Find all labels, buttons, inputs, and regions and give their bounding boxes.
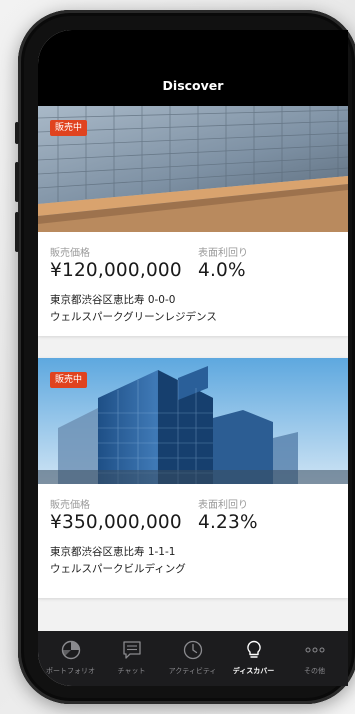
tab-portfolio[interactable]: ポートフォリオ	[40, 631, 101, 686]
property-address: 東京都渋谷区恵比寿 1-1-1	[50, 546, 176, 558]
listing-info: 販売価格 表面利回り ¥350,000,000 4.23% 東京都渋谷区恵比寿 …	[38, 484, 348, 598]
phone-screen: Discover 販売中 販売価格 表面利回り ¥120,000,000 4.0…	[38, 30, 348, 686]
property-address: 東京都渋谷区恵比寿 0-0-0	[50, 294, 176, 306]
page-title: Discover	[162, 78, 224, 93]
tab-chat[interactable]: チャット	[101, 631, 162, 686]
property-name: ウェルスパークビルディング	[50, 563, 186, 575]
price-value: ¥350,000,000	[50, 512, 182, 533]
clock-icon	[182, 639, 204, 661]
tab-label: アクティビティ	[168, 667, 217, 675]
yield-label: 表面利回り	[198, 248, 248, 259]
property-name: ウェルスパークグリーンレジデンス	[50, 311, 217, 323]
mute-switch	[15, 122, 19, 144]
volume-down-button	[15, 212, 19, 252]
yield-label: 表面利回り	[198, 500, 248, 511]
listing-card[interactable]: 販売中 販売価格 表面利回り ¥120,000,000 4.0% 東京都渋谷区恵…	[38, 106, 348, 336]
price-label: 販売価格	[50, 248, 90, 259]
tab-activity[interactable]: アクティビティ	[162, 631, 223, 686]
lightbulb-icon	[243, 639, 265, 661]
status-badge: 販売中	[50, 120, 88, 136]
tab-bar: ポートフォリオ チャット アクティビティ ディスカバー その他	[38, 631, 348, 686]
listing-card[interactable]: 販売中 販売価格 表面利回り ¥350,000,000 4.23% 東京都渋谷区…	[38, 358, 348, 598]
tab-label: ディスカバー	[232, 667, 275, 675]
tab-discover[interactable]: ディスカバー	[223, 631, 284, 686]
tab-label: ポートフォリオ	[46, 667, 95, 675]
tab-more[interactable]: その他	[284, 631, 345, 686]
status-badge: 販売中	[50, 372, 88, 388]
chat-icon	[121, 639, 143, 661]
price-label: 販売価格	[50, 500, 90, 511]
price-value: ¥120,000,000	[50, 260, 182, 281]
listing-info: 販売価格 表面利回り ¥120,000,000 4.0% 東京都渋谷区恵比寿 0…	[38, 232, 348, 336]
nav-header: Discover	[38, 30, 348, 106]
tab-label: チャット	[117, 667, 146, 675]
portfolio-icon	[60, 639, 82, 661]
property-photo: 販売中	[38, 106, 348, 232]
property-photo: 販売中	[38, 358, 348, 484]
tab-label: その他	[304, 667, 325, 675]
more-icon	[304, 639, 326, 661]
yield-value: 4.0%	[198, 260, 246, 281]
yield-value: 4.23%	[198, 512, 258, 533]
volume-up-button	[15, 162, 19, 202]
